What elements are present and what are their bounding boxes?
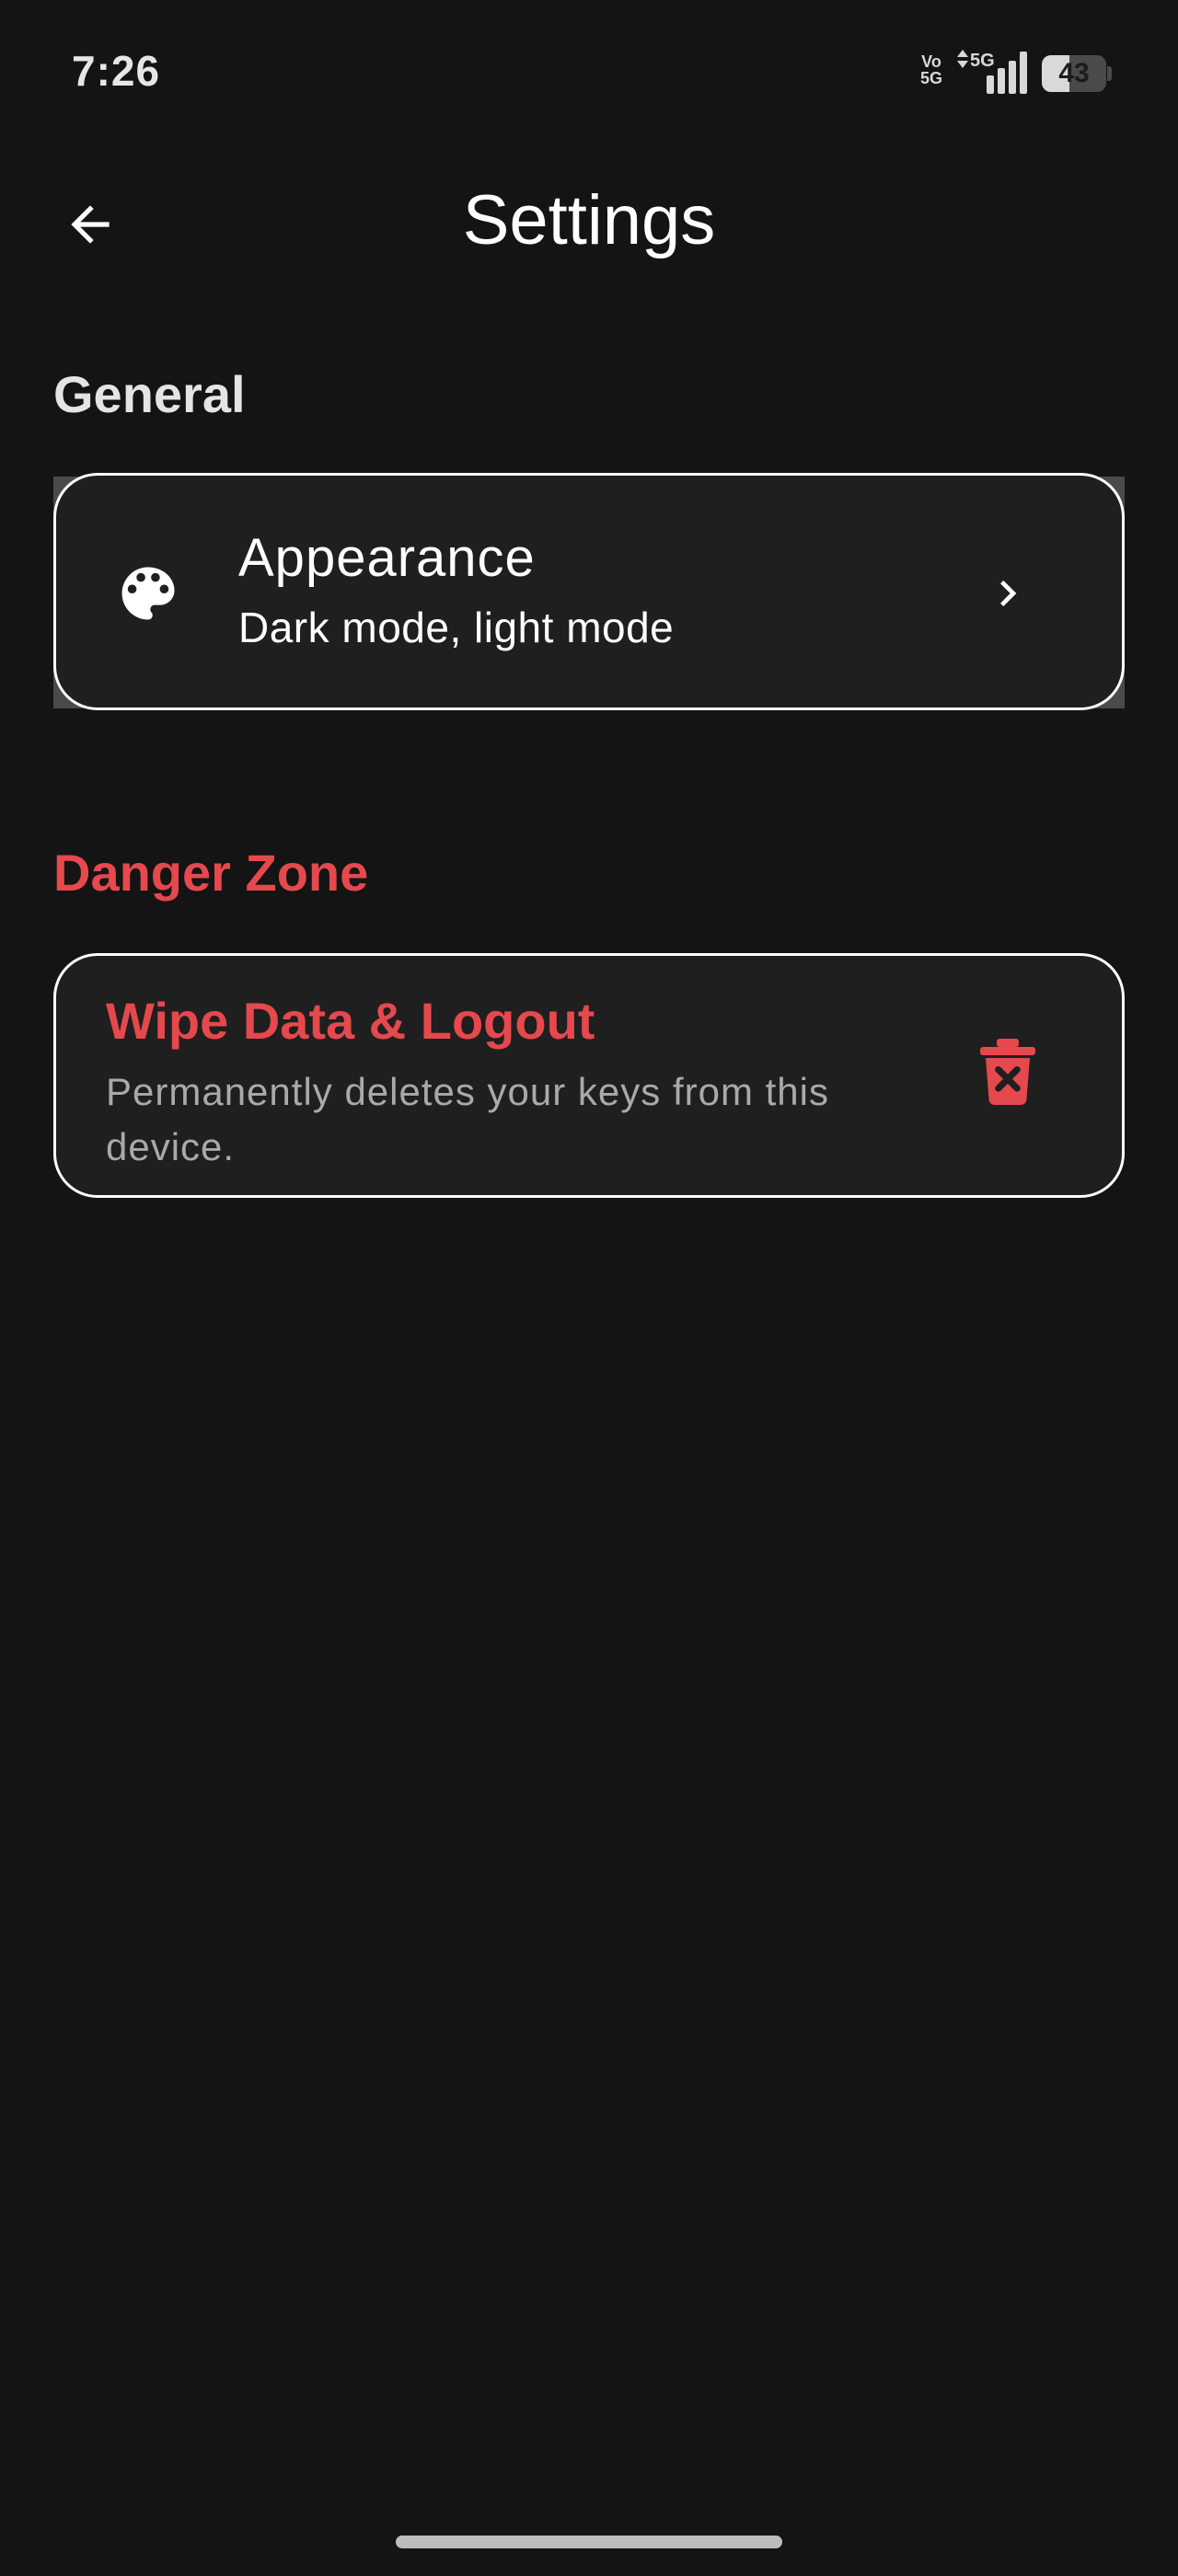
section-title-general: General xyxy=(53,365,246,423)
arrow-left-icon xyxy=(71,205,110,244)
section-title-danger: Danger Zone xyxy=(53,844,369,902)
signal-icon: 5G xyxy=(957,50,1027,94)
battery-icon: 43 xyxy=(1042,55,1112,92)
trash-icon xyxy=(980,1039,1035,1105)
volte-network-label: 5G xyxy=(919,69,942,87)
wipe-data-description: Permanently deletes your keys from this … xyxy=(106,1070,829,1168)
wipe-data-logout-item[interactable]: Wipe Data & Logout Permanently deletes y… xyxy=(53,953,1125,1198)
page-title: Settings xyxy=(462,181,716,259)
status-bar: 7:26 Vo 5G 5G 43 xyxy=(0,0,1178,147)
palette-icon xyxy=(121,567,175,620)
status-time: 7:26 xyxy=(72,47,161,95)
wipe-data-title: Wipe Data & Logout xyxy=(106,992,595,1050)
appearance-title: Appearance xyxy=(238,528,536,588)
volte-indicator: Vo 5G xyxy=(918,53,944,86)
app-header: Settings xyxy=(0,166,1178,276)
chevron-right-icon xyxy=(1000,581,1017,606)
battery-level: 43 xyxy=(1058,58,1090,88)
volte-label: Vo xyxy=(921,52,941,71)
appearance-item[interactable]: Appearance Dark mode, light mode xyxy=(53,473,1125,710)
home-indicator[interactable] xyxy=(396,2536,782,2548)
appearance-subtitle: Dark mode, light mode xyxy=(238,604,675,651)
network-type-label: 5G xyxy=(970,51,995,71)
back-button[interactable] xyxy=(44,178,136,270)
